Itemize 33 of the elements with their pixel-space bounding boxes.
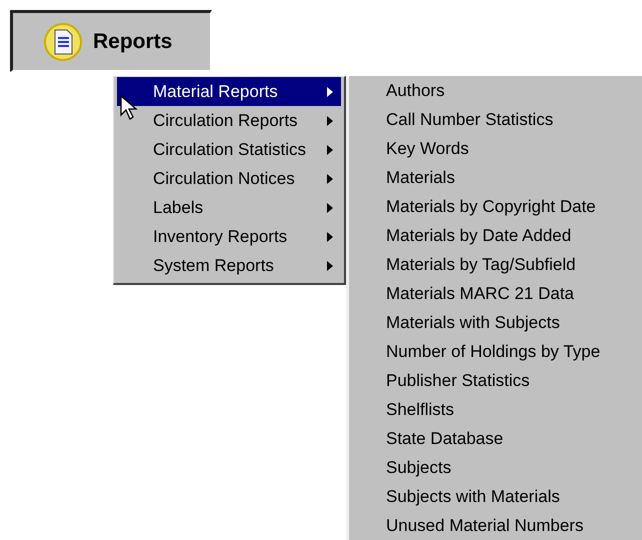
submenu-arrow-icon bbox=[327, 174, 333, 184]
submenu-item[interactable]: Subjects with Materials bbox=[386, 482, 642, 511]
submenu-item[interactable]: Materials bbox=[386, 163, 642, 192]
menu-item[interactable]: Circulation Reports bbox=[117, 106, 341, 135]
submenu-arrow-icon bbox=[327, 144, 333, 154]
submenu-item[interactable]: Number of Holdings by Type bbox=[386, 337, 642, 366]
submenu-arrow-icon bbox=[327, 86, 333, 96]
submenu-arrow-icon bbox=[327, 202, 333, 212]
menu-item[interactable]: Material Reports bbox=[117, 77, 341, 106]
submenu-item[interactable]: Publisher Statistics bbox=[386, 366, 642, 395]
menu-item[interactable]: Circulation Statistics bbox=[117, 135, 341, 164]
submenu-item[interactable]: Shelflists bbox=[386, 395, 642, 424]
submenu-arrow-icon bbox=[327, 232, 333, 242]
submenu-item[interactable]: Call Number Statistics bbox=[386, 105, 642, 134]
submenu-item[interactable]: Materials MARC 21 Data bbox=[386, 279, 642, 308]
submenu-item[interactable]: Materials with Subjects bbox=[386, 308, 642, 337]
submenu-item[interactable]: Materials by Copyright Date bbox=[386, 192, 642, 221]
submenu-item[interactable]: State Database bbox=[386, 424, 642, 453]
menu-item[interactable]: System Reports bbox=[117, 251, 341, 280]
menu-item[interactable]: Circulation Notices bbox=[117, 164, 341, 193]
submenu-item[interactable]: Key Words bbox=[386, 134, 642, 163]
submenu-item[interactable]: Materials by Tag/Subfield bbox=[386, 250, 642, 279]
report-icon bbox=[43, 22, 83, 62]
menu-item[interactable]: Inventory Reports bbox=[117, 222, 341, 251]
submenu-item[interactable]: Subjects bbox=[386, 453, 642, 482]
menu-item[interactable]: Labels bbox=[117, 193, 341, 222]
submenu-arrow-icon bbox=[327, 116, 333, 126]
submenu-item[interactable]: Authors bbox=[386, 76, 642, 105]
submenu-arrow-icon bbox=[327, 260, 333, 270]
submenu-item[interactable]: Unused Material Numbers bbox=[386, 511, 642, 540]
reports-button[interactable]: Reports bbox=[10, 10, 212, 72]
submenu-item[interactable]: Materials by Date Added bbox=[386, 221, 642, 250]
mouse-pointer-icon bbox=[120, 95, 138, 121]
